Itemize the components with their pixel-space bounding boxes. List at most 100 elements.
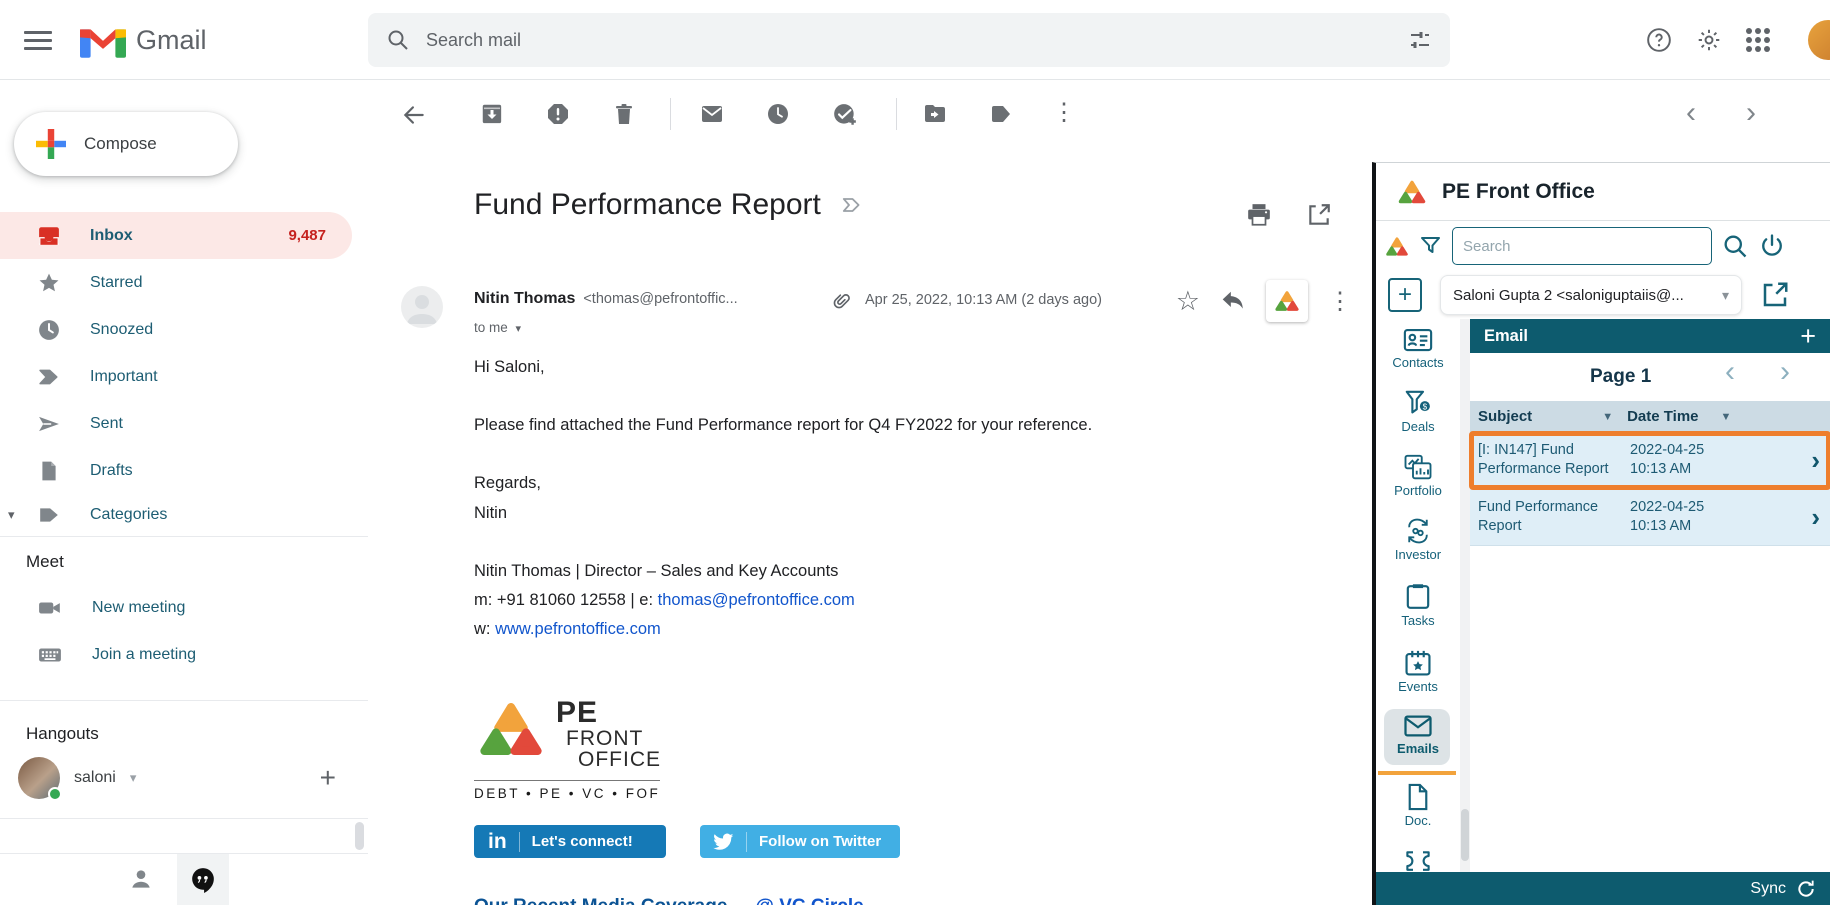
caret-down-icon: ▾: [1721, 286, 1729, 303]
report-spam-icon[interactable]: [546, 102, 572, 128]
pe-search-input[interactable]: [1452, 227, 1712, 265]
sidebar-item-inbox[interactable]: Inbox 9,487: [0, 212, 352, 259]
sidebar-item-label: Starred: [90, 273, 143, 291]
open-in-new-window-icon[interactable]: [1306, 202, 1332, 228]
help-icon[interactable]: [1646, 27, 1672, 53]
mail-reading-pane: ⋮ ‹ › Fund Performance Report Nitin Thom…: [368, 80, 1756, 905]
hangouts-tab-icon[interactable]: [177, 854, 229, 905]
sort-subject-icon[interactable]: ▼: [1602, 411, 1613, 423]
sidebar-footer: [0, 853, 368, 905]
twitter-button[interactable]: Follow on Twitter: [700, 825, 900, 858]
to-recipients-toggle[interactable]: to me ▾: [474, 320, 521, 335]
expand-caret-icon[interactable]: ▾: [8, 507, 15, 523]
print-icon[interactable]: [1246, 202, 1272, 228]
mail-toolbar: ⋮ ‹ ›: [368, 80, 1830, 148]
rail-item-portfolio[interactable]: Portfolio: [1376, 453, 1460, 498]
signature-website-link[interactable]: www.pefrontoffice.com: [495, 620, 661, 638]
sender-name[interactable]: Nitin Thomas: [474, 290, 575, 308]
sort-datetime-icon[interactable]: ▼: [1721, 411, 1732, 423]
gmail-sidebar: Compose Inbox 9,487 Starred Snoozed Impo…: [0, 80, 368, 905]
pe-search-submit-icon[interactable]: [1721, 232, 1749, 260]
label-icon[interactable]: [989, 102, 1015, 128]
open-pe-app-icon[interactable]: [1760, 280, 1790, 310]
sidebar-item-categories[interactable]: ▾ Categories: [0, 494, 352, 536]
rail-item-emails[interactable]: Emails: [1376, 713, 1460, 756]
sidebar-divider: [0, 818, 368, 819]
pe-logo-triangle-icon: [474, 698, 548, 760]
rail-item-tasks[interactable]: Tasks: [1376, 583, 1460, 628]
pe-scrollbar-thumb[interactable]: [1461, 809, 1469, 861]
add-item-icon[interactable]: +: [1388, 278, 1422, 312]
app-window: Gmail Search mail Compose Inbox 9,487 St…: [0, 0, 1830, 905]
search-options-icon[interactable]: [1408, 28, 1432, 52]
pe-search-row: [1376, 221, 1830, 271]
sidebar-item-drafts[interactable]: Drafts: [0, 447, 352, 494]
gmail-logo[interactable]: Gmail: [80, 22, 207, 58]
message-more-icon[interactable]: ⋮: [1328, 287, 1352, 316]
sidebar-item-label: Inbox: [90, 226, 133, 244]
caret-down-icon[interactable]: ▾: [130, 770, 137, 786]
important-marker-icon: [38, 366, 60, 388]
add-to-tasks-icon[interactable]: [832, 102, 858, 128]
filter-funnel-icon[interactable]: [1419, 234, 1443, 258]
sidebar-item-join-meeting[interactable]: Join a meeting: [0, 631, 352, 678]
email-row[interactable]: Fund Performance Report 2022-04-25 10:13 A…: [1470, 489, 1830, 546]
sidebar-scrollbar-thumb[interactable]: [355, 822, 364, 850]
new-conversation-icon[interactable]: +: [320, 762, 336, 794]
sidebar-item-sent[interactable]: Sent: [0, 400, 352, 447]
signature-email-link[interactable]: thomas@pefrontoffice.com: [658, 591, 855, 609]
rail-item-investor[interactable]: Investor: [1376, 517, 1460, 562]
sidebar-item-new-meeting[interactable]: New meeting: [0, 584, 352, 631]
reply-icon[interactable]: [1220, 288, 1246, 314]
settings-gear-icon[interactable]: [1696, 27, 1722, 53]
pe-logo-small-icon[interactable]: [1384, 235, 1410, 258]
snooze-icon[interactable]: [766, 102, 792, 128]
column-datetime[interactable]: Date Time: [1627, 408, 1698, 425]
sidebar-item-snoozed[interactable]: Snoozed: [0, 306, 352, 353]
media-coverage-teaser[interactable]: Our Recent Media Coverage@ VC Circle: [474, 896, 864, 905]
compose-label: Compose: [84, 134, 157, 153]
main-menu-icon[interactable]: [24, 26, 52, 54]
account-selector-dropdown[interactable]: Saloni Gupta 2 <saloniguptaiis@... ▾: [1440, 275, 1742, 315]
compose-button[interactable]: Compose: [14, 112, 238, 176]
move-to-folder-icon[interactable]: [923, 102, 949, 128]
pe-scrollbar-track[interactable]: [1460, 319, 1470, 872]
attachment-paperclip-icon: [830, 290, 852, 312]
search-icon[interactable]: [386, 28, 410, 52]
email-row-subject: [I: IN147] Fund Performance Report: [1478, 442, 1609, 477]
power-logout-icon[interactable]: [1758, 232, 1786, 260]
sender-avatar[interactable]: [401, 286, 443, 328]
contacts-person-icon[interactable]: [128, 866, 154, 892]
hangouts-contact-row[interactable]: saloni ▾ +: [18, 754, 348, 802]
next-page-icon[interactable]: ›: [1780, 355, 1790, 389]
column-subject[interactable]: Subject: [1478, 408, 1532, 425]
hangouts-username[interactable]: saloni: [74, 769, 116, 787]
sidebar-item-starred[interactable]: Starred: [0, 259, 352, 306]
more-options-icon[interactable]: ⋮: [1052, 98, 1076, 126]
rail-item-deals[interactable]: $ Deals: [1376, 389, 1460, 434]
sidebar-item-important[interactable]: Important: [0, 353, 352, 400]
pe-front-office-extension-button[interactable]: [1266, 280, 1308, 322]
rail-item-contacts[interactable]: Contacts: [1376, 327, 1460, 370]
prev-page-icon[interactable]: ‹: [1725, 355, 1735, 389]
archive-icon[interactable]: [480, 102, 506, 128]
important-marker-outline-icon[interactable]: [841, 194, 863, 216]
back-arrow-icon[interactable]: [401, 102, 427, 128]
hangouts-avatar[interactable]: [18, 757, 62, 801]
sync-bar[interactable]: Sync: [1376, 872, 1830, 905]
newer-email-icon[interactable]: ‹: [1686, 96, 1696, 129]
rail-item-events[interactable]: Events: [1376, 649, 1460, 694]
email-row-highlighted[interactable]: [I: IN147] Fund Performance Report 2022-0…: [1469, 431, 1830, 490]
search-input[interactable]: [426, 29, 1408, 51]
pe-email-section: Email + Page 1 ‹ › Subject ▼ Date Time ▼…: [1469, 319, 1830, 872]
email-body-line: Nitin: [474, 504, 508, 522]
mark-unread-icon[interactable]: [700, 102, 726, 128]
sidebar-item-label: Join a meeting: [92, 645, 197, 663]
delete-trash-icon[interactable]: [612, 102, 638, 128]
google-apps-icon[interactable]: [1746, 28, 1770, 52]
gmail-search-bar[interactable]: [368, 13, 1450, 67]
older-email-icon[interactable]: ›: [1746, 96, 1756, 129]
linkedin-button[interactable]: in Let's connect!: [474, 825, 666, 858]
signature-web-line: w: www.pefrontoffice.com: [474, 620, 661, 638]
rail-item-documents[interactable]: Doc.: [1376, 783, 1460, 828]
